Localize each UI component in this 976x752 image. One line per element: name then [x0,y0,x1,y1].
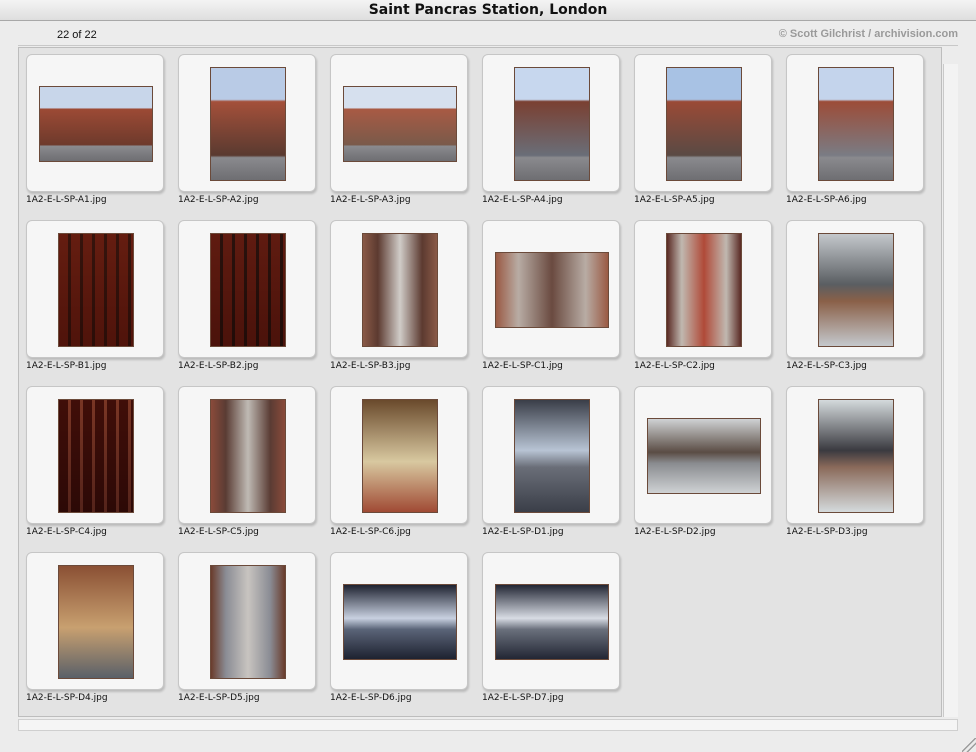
thumbnail-image[interactable] [210,565,286,679]
image-count: 22 of 22 [57,29,97,41]
thumbnail-filename: 1A2-E-L-SP-B3.jpg [330,361,411,371]
thumbnail-image[interactable] [343,86,457,162]
thumbnail-frame[interactable] [178,386,316,524]
thumbnail-filename: 1A2-E-L-SP-D1.jpg [482,527,564,537]
thumbnail-item[interactable]: 1A2-E-L-SP-B1.jpg [19,220,171,380]
thumbnail-filename: 1A2-E-L-SP-D7.jpg [482,693,564,703]
thumbnail-filename: 1A2-E-L-SP-A6.jpg [786,195,867,205]
thumbnail-image[interactable] [362,233,438,347]
thumbnail-frame[interactable] [26,552,164,690]
thumbnail-image[interactable] [210,233,286,347]
thumbnail-item[interactable]: 1A2-E-L-SP-D6.jpg [323,552,475,712]
thumbnail-image[interactable] [58,565,134,679]
thumbnail-filename: 1A2-E-L-SP-D3.jpg [786,527,868,537]
thumbnail-image[interactable] [362,399,438,513]
thumbnail-frame[interactable] [482,552,620,690]
thumbnail-frame[interactable] [482,220,620,358]
thumbnail-item[interactable]: 1A2-E-L-SP-A5.jpg [627,54,779,214]
thumbnail-item[interactable]: 1A2-E-L-SP-D5.jpg [171,552,323,712]
thumbnail-filename: 1A2-E-L-SP-B2.jpg [178,361,259,371]
thumbnail-filename: 1A2-E-L-SP-C4.jpg [26,527,107,537]
thumbnail-filename: 1A2-E-L-SP-D2.jpg [634,527,716,537]
thumbnail-filename: 1A2-E-L-SP-A3.jpg [330,195,411,205]
thumbnail-filename: 1A2-E-L-SP-C6.jpg [330,527,411,537]
thumbnail-frame[interactable] [482,386,620,524]
thumbnail-grid: 1A2-E-L-SP-A1.jpg 1A2-E-L-SP-A2.jpg 1A2-E-… [18,47,942,717]
horizontal-scrollbar[interactable] [18,719,958,731]
thumbnail-frame[interactable] [634,54,772,192]
thumbnail-filename: 1A2-E-L-SP-C5.jpg [178,527,259,537]
thumbnail-image[interactable] [58,233,134,347]
thumbnail-frame[interactable] [178,54,316,192]
thumbnail-filename: 1A2-E-L-SP-A1.jpg [26,195,107,205]
thumbnail-frame[interactable] [330,552,468,690]
thumbnail-item[interactable]: 1A2-E-L-SP-C3.jpg [779,220,931,380]
thumbnail-filename: 1A2-E-L-SP-A2.jpg [178,195,259,205]
thumbnail-item[interactable]: 1A2-E-L-SP-D1.jpg [475,386,627,546]
window-title: Saint Pancras Station, London [0,0,976,21]
resize-grip-icon[interactable] [962,738,976,752]
thumbnail-filename: 1A2-E-L-SP-A5.jpg [634,195,715,205]
thumbnail-image[interactable] [495,584,609,660]
thumbnail-item[interactable]: 1A2-E-L-SP-D3.jpg [779,386,931,546]
thumbnail-frame[interactable] [178,552,316,690]
thumbnail-image[interactable] [495,252,609,328]
thumbnail-frame[interactable] [178,220,316,358]
thumbnail-item[interactable]: 1A2-E-L-SP-C1.jpg [475,220,627,380]
thumbnail-image[interactable] [210,67,286,181]
thumbnail-item[interactable]: 1A2-E-L-SP-D2.jpg [627,386,779,546]
thumbnail-frame[interactable] [786,220,924,358]
thumbnail-item[interactable]: 1A2-E-L-SP-B3.jpg [323,220,475,380]
thumbnail-item[interactable]: 1A2-E-L-SP-A1.jpg [19,54,171,214]
thumbnail-image[interactable] [514,67,590,181]
thumbnail-image[interactable] [666,67,742,181]
thumbnail-frame[interactable] [26,54,164,192]
thumbnail-item[interactable]: 1A2-E-L-SP-A6.jpg [779,54,931,214]
thumbnail-filename: 1A2-E-L-SP-D6.jpg [330,693,412,703]
thumbnail-image[interactable] [39,86,153,162]
gallery-header: 22 of 22 © Scott Gilchrist / archivision… [0,21,976,47]
thumbnail-image[interactable] [818,399,894,513]
thumbnail-item[interactable]: 1A2-E-L-SP-D4.jpg [19,552,171,712]
thumbnail-filename: 1A2-E-L-SP-D4.jpg [26,693,108,703]
thumbnail-filename: 1A2-E-L-SP-D5.jpg [178,693,260,703]
thumbnail-filename: 1A2-E-L-SP-C2.jpg [634,361,715,371]
thumbnail-image[interactable] [666,233,742,347]
thumbnail-frame[interactable] [786,54,924,192]
thumbnail-image[interactable] [58,399,134,513]
thumbnail-item[interactable]: 1A2-E-L-SP-A4.jpg [475,54,627,214]
thumbnail-filename: 1A2-E-L-SP-A4.jpg [482,195,563,205]
thumbnail-image[interactable] [818,233,894,347]
thumbnail-item[interactable]: 1A2-E-L-SP-C4.jpg [19,386,171,546]
thumbnail-item[interactable]: 1A2-E-L-SP-C2.jpg [627,220,779,380]
thumbnail-item[interactable]: 1A2-E-L-SP-C5.jpg [171,386,323,546]
thumbnail-frame[interactable] [26,220,164,358]
thumbnail-frame[interactable] [634,220,772,358]
header-divider [18,45,958,46]
thumbnail-item[interactable]: 1A2-E-L-SP-D7.jpg [475,552,627,712]
thumbnail-filename: 1A2-E-L-SP-C3.jpg [786,361,867,371]
thumbnail-frame[interactable] [330,54,468,192]
thumbnail-filename: 1A2-E-L-SP-B1.jpg [26,361,107,371]
thumbnail-image[interactable] [818,67,894,181]
thumbnail-image[interactable] [514,399,590,513]
thumbnail-image[interactable] [343,584,457,660]
thumbnail-frame[interactable] [786,386,924,524]
thumbnail-item[interactable]: 1A2-E-L-SP-A3.jpg [323,54,475,214]
vertical-scrollbar[interactable] [943,64,958,717]
thumbnail-item[interactable]: 1A2-E-L-SP-C6.jpg [323,386,475,546]
thumbnail-frame[interactable] [330,220,468,358]
thumbnail-image[interactable] [647,418,761,494]
copyright-credit: © Scott Gilchrist / archivision.com [778,28,958,40]
thumbnail-frame[interactable] [634,386,772,524]
thumbnail-frame[interactable] [330,386,468,524]
thumbnail-filename: 1A2-E-L-SP-C1.jpg [482,361,563,371]
thumbnail-frame[interactable] [482,54,620,192]
thumbnail-image[interactable] [210,399,286,513]
thumbnail-item[interactable]: 1A2-E-L-SP-A2.jpg [171,54,323,214]
thumbnail-item[interactable]: 1A2-E-L-SP-B2.jpg [171,220,323,380]
thumbnail-frame[interactable] [26,386,164,524]
